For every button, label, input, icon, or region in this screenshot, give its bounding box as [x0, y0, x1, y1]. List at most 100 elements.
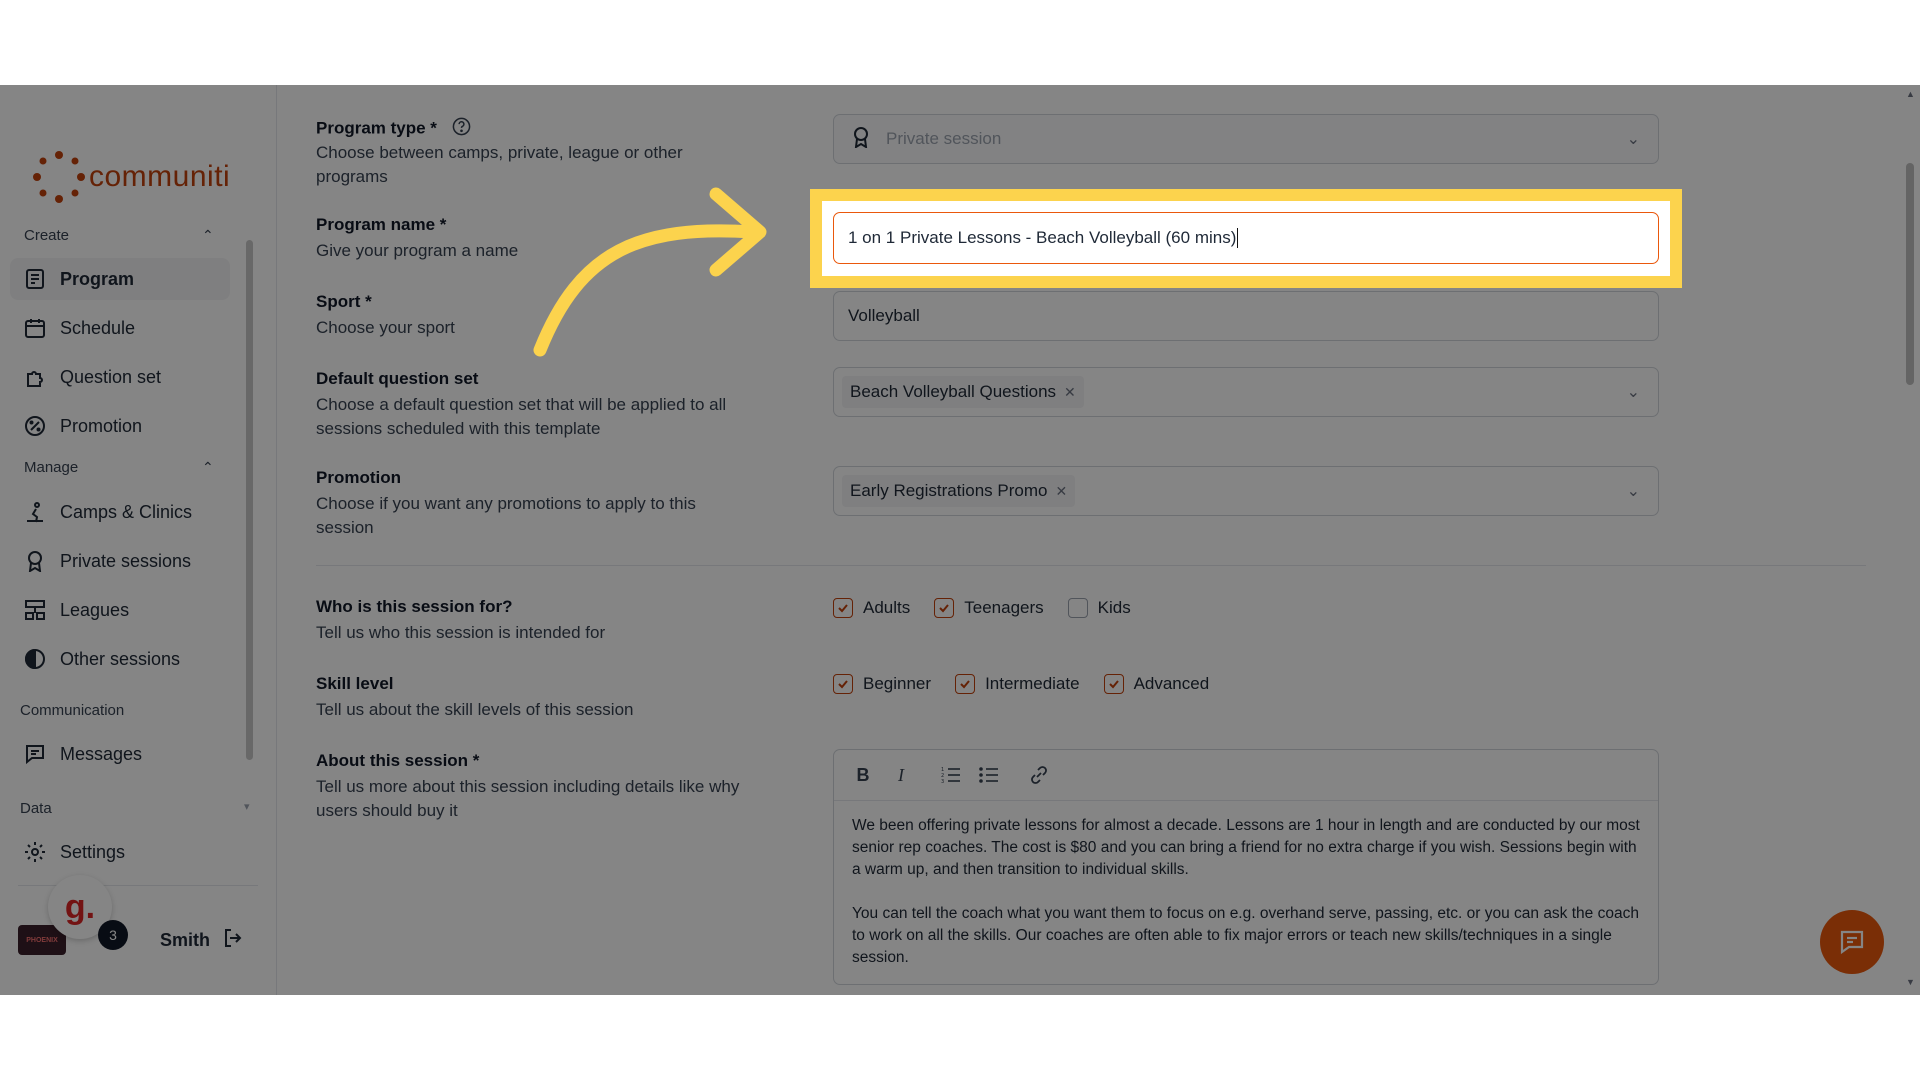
- checkbox-label: Adults: [863, 598, 911, 617]
- italic-icon[interactable]: I: [890, 764, 912, 786]
- program-name-value: 1 on 1 Private Lessons - Beach Volleybal…: [848, 228, 1237, 247]
- sidebar-item-settings[interactable]: Settings: [10, 831, 230, 873]
- program-type-select[interactable]: Private session ⌄: [833, 114, 1659, 164]
- promotion-desc: Choose if you want any promotions to app…: [316, 494, 696, 537]
- section-create[interactable]: Create ⌃: [24, 227, 214, 244]
- about-editor[interactable]: B I 123 We been offering private lessons…: [833, 749, 1659, 985]
- chevron-down-icon: ⌄: [1626, 131, 1640, 148]
- checkbox-kids[interactable]: Kids: [1067, 598, 1131, 618]
- remove-chip-icon[interactable]: ✕: [1064, 384, 1076, 401]
- section-divider: [316, 565, 1866, 566]
- checkbox-label: Kids: [1097, 598, 1131, 617]
- sidebar-item-private-sessions[interactable]: Private sessions: [10, 540, 230, 582]
- logo-ring-icon: [33, 151, 85, 203]
- sidebar-item-other-sessions[interactable]: Other sessions: [10, 638, 230, 680]
- sidebar-item-question-set[interactable]: Question set: [10, 356, 230, 398]
- checkbox-intermediate[interactable]: Intermediate: [955, 674, 1080, 694]
- program-name-input[interactable]: 1 on 1 Private Lessons - Beach Volleybal…: [833, 212, 1659, 264]
- puzzle-icon: [22, 364, 48, 390]
- link-icon[interactable]: [1028, 764, 1050, 786]
- tournament-icon: [22, 597, 48, 623]
- checkbox-advanced[interactable]: Advanced: [1103, 674, 1210, 694]
- main-scrollbar[interactable]: [1906, 163, 1914, 385]
- chat-button[interactable]: [1820, 910, 1884, 974]
- about-paragraph-2: You can tell the coach what you want the…: [852, 905, 1639, 966]
- empty-checkbox-icon: [1067, 598, 1088, 618]
- half-circle-icon: [22, 646, 48, 672]
- audience-title: Who is this session for?: [316, 597, 513, 616]
- question-set-desc: Choose a default question set that will …: [316, 395, 727, 438]
- sport-value: Volleyball: [848, 306, 920, 325]
- checkbox-label: Advanced: [1133, 674, 1210, 693]
- section-data[interactable]: Data ▾: [20, 800, 250, 817]
- sidebar-item-label: Other sessions: [60, 648, 181, 669]
- checkbox-beginner[interactable]: Beginner: [833, 674, 931, 694]
- message-icon: [22, 741, 48, 767]
- section-manage-label: Manage: [24, 459, 79, 476]
- sidebar-item-label: Schedule: [60, 317, 136, 338]
- question-set-select[interactable]: Beach Volleyball Questions ✕ ⌄: [833, 367, 1659, 417]
- question-set-chip: Beach Volleyball Questions ✕: [842, 376, 1084, 408]
- sidebar-item-label: Leagues: [60, 599, 130, 620]
- checkbox-teenagers[interactable]: Teenagers: [934, 598, 1044, 618]
- person-run-icon: [22, 499, 48, 525]
- checkmark-icon: [833, 598, 853, 618]
- about-desc: Tell us more about this session includin…: [316, 777, 740, 820]
- chevron-up-icon: ⌃: [202, 459, 214, 475]
- help-icon[interactable]: [452, 117, 471, 141]
- remove-chip-icon[interactable]: ✕: [1055, 483, 1067, 500]
- sidebar: communiti Create ⌃ Program Schedule Ques…: [0, 85, 277, 995]
- sidebar-item-label: Question set: [60, 366, 162, 387]
- sport-field[interactable]: Volleyball: [833, 291, 1659, 341]
- bold-icon[interactable]: B: [852, 764, 874, 786]
- section-create-label: Create: [24, 227, 70, 244]
- brand-logo[interactable]: communiti: [33, 151, 230, 203]
- promotion-select[interactable]: Early Registrations Promo ✕ ⌄: [833, 466, 1659, 516]
- sidebar-divider: [18, 885, 258, 886]
- notification-count: 3: [98, 920, 128, 950]
- sidebar-scrollbar[interactable]: [246, 240, 253, 760]
- sidebar-item-label: Program: [60, 268, 135, 289]
- scroll-up-icon[interactable]: ▲: [1906, 89, 1915, 99]
- program-type-value: Private session: [886, 129, 1002, 148]
- logout-icon[interactable]: [222, 927, 244, 954]
- user-profile[interactable]: PHOENIX Smith: [18, 925, 244, 955]
- section-manage[interactable]: Manage ⌃: [24, 459, 214, 476]
- chevron-down-icon: ▾: [244, 801, 250, 813]
- about-title: About this session *: [316, 751, 480, 770]
- section-communication: Communication: [20, 702, 125, 719]
- program-type-title: Program type *: [316, 117, 471, 141]
- sidebar-item-label: Private sessions: [60, 550, 192, 571]
- ordered-list-icon[interactable]: 123: [940, 764, 962, 786]
- skill-options: Beginner Intermediate Advanced: [833, 674, 1233, 694]
- sidebar-item-leagues[interactable]: Leagues: [10, 589, 230, 631]
- editor-content[interactable]: We been offering private lessons for alm…: [834, 801, 1658, 995]
- pointer-arrow-icon: [533, 187, 767, 357]
- skill-title: Skill level: [316, 674, 394, 693]
- question-set-title: Default question set: [316, 369, 479, 388]
- editor-toolbar: B I 123: [834, 750, 1658, 801]
- sidebar-item-schedule[interactable]: Schedule: [10, 307, 230, 349]
- brand-name: communiti: [89, 160, 231, 193]
- sidebar-item-camps[interactable]: Camps & Clinics: [10, 491, 230, 533]
- sidebar-item-promotion[interactable]: Promotion: [10, 405, 230, 447]
- sidebar-item-label: Camps & Clinics: [60, 501, 193, 522]
- checkmark-icon: [833, 674, 853, 694]
- svg-text:3: 3: [941, 779, 944, 784]
- chat-icon: [1840, 930, 1864, 955]
- chip-label: Beach Volleyball Questions: [850, 382, 1057, 401]
- award-icon: [22, 548, 48, 574]
- checkbox-adults[interactable]: Adults: [833, 598, 910, 618]
- sidebar-item-program[interactable]: Program: [10, 258, 230, 300]
- scroll-down-icon[interactable]: ▼: [1906, 977, 1915, 987]
- promotion-chip: Early Registrations Promo ✕: [842, 475, 1076, 507]
- audience-desc: Tell us who this session is intended for: [316, 623, 606, 642]
- bullet-list-icon[interactable]: [978, 764, 1000, 786]
- sport-title: Sport *: [316, 292, 372, 311]
- checkmark-icon: [934, 598, 955, 618]
- audience-options: Adults Teenagers Kids: [833, 598, 1155, 618]
- checkbox-label: Beginner: [863, 674, 932, 693]
- text-cursor: [1237, 228, 1239, 248]
- program-type-title-text: Program type *: [316, 118, 437, 138]
- sidebar-item-messages[interactable]: Messages: [10, 733, 230, 775]
